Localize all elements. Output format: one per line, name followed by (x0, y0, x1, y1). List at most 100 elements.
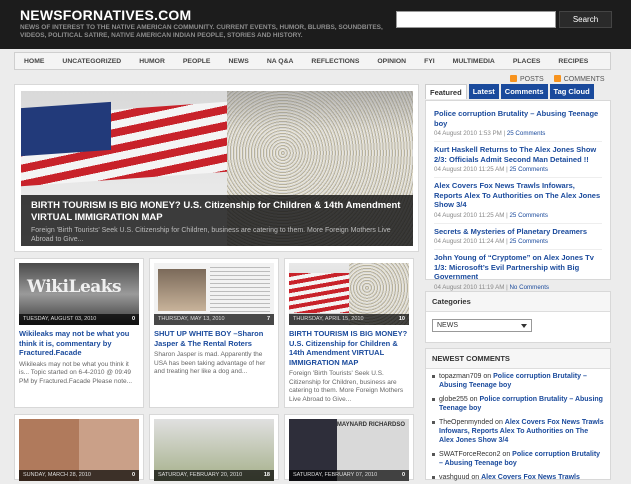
comment-count[interactable]: 0 (402, 472, 405, 479)
comment-count[interactable]: 7 (267, 316, 270, 323)
site-title[interactable]: NEWSFORNATIVES.COM (20, 7, 191, 23)
nav-item-reflections[interactable]: REFLECTIONS (302, 58, 368, 65)
post-date: TUESDAY, AUGUST 03, 2010 (23, 316, 97, 322)
comment-on: on (495, 419, 503, 426)
categories-heading: Categories (426, 292, 610, 312)
list-item-comments[interactable]: 25 Comments (507, 130, 546, 137)
post-thumbnail[interactable]: THURSDAY, MAY 13, 2010 7 (154, 263, 274, 325)
categories-widget: Categories NEWS (425, 291, 611, 343)
comments-rss-link[interactable]: COMMENTS (553, 75, 605, 83)
comment-text: TheOpenmynded on Alex Covers Fox News Tr… (439, 418, 604, 445)
list-item: Police corruption Brutality – Abusing Te… (434, 106, 602, 142)
post-title[interactable]: SHUT UP WHITE BOY –Sharon Jasper & The R… (154, 329, 274, 348)
nav-item-uncategorized[interactable]: UNCATEGORIZED (53, 58, 130, 65)
nav-item-na-qa[interactable]: NA Q&A (258, 58, 303, 65)
comment-count[interactable]: 0 (132, 472, 135, 479)
comment-item: TheOpenmynded on Alex Covers Fox News Tr… (426, 415, 610, 447)
tab-featured[interactable]: Featured (425, 84, 467, 99)
post-date-bar: SATURDAY, FEBRUARY 20, 2010 18 (154, 470, 274, 481)
post-thumbnail[interactable]: SUNDAY, MARCH 28, 2010 0 (19, 419, 139, 481)
comment-count[interactable]: 18 (264, 472, 270, 479)
featured-caption: BIRTH TOURISM IS BIG MONEY? U.S. Citizen… (21, 195, 413, 246)
list-item: Secrets & Mysteries of Planetary Dreamer… (434, 224, 602, 250)
list-item: Alex Covers Fox News Trawls Infowars, Re… (434, 178, 602, 224)
post-excerpt: Foreign 'Birth Tourists' Seek U.S. Citiz… (289, 370, 404, 403)
post-card: MAYNARD RICHARDSO SATURDAY, FEBRUARY 07,… (284, 414, 414, 481)
post-thumbnail[interactable]: SATURDAY, FEBRUARY 20, 2010 18 (154, 419, 274, 481)
comment-text: SWATForceRecon2 on Police corruption Bru… (439, 450, 604, 468)
post-excerpt: Wikileaks may not be what you think it i… (19, 360, 133, 385)
post-date: SATURDAY, FEBRUARY 20, 2010 (158, 472, 243, 478)
comment-on: on (502, 451, 511, 458)
post-thumbnail[interactable]: THURSDAY, APRIL 15, 2010 10 (289, 263, 409, 325)
comment-item: globe255 on Police corruption Brutality … (426, 392, 610, 415)
sidebar-tabs: Featured Latest Comments Tag Cloud (425, 84, 594, 99)
comment-author: topazman709 (439, 373, 482, 380)
post-card: WikiLeaks TUESDAY, AUGUST 03, 2010 0 Wiki… (14, 258, 144, 408)
rss-icon (553, 75, 561, 82)
tab-tag-cloud[interactable]: Tag Cloud (549, 84, 594, 99)
search-button[interactable]: Search (559, 11, 612, 28)
comment-author: globe255 (439, 396, 468, 403)
nav-item-places[interactable]: PLACES (504, 58, 550, 65)
nav-item-opinion[interactable]: OPINION (368, 58, 415, 65)
wikileaks-logo: WikiLeaks (27, 277, 122, 297)
featured-title[interactable]: BIRTH TOURISM IS BIG MONEY? U.S. Citizen… (31, 200, 403, 224)
list-item-title[interactable]: Secrets & Mysteries of Planetary Dreamer… (434, 227, 602, 237)
list-item-date: 04 August 2010 11:25 AM (434, 166, 505, 173)
list-item-comments[interactable]: No Comments (509, 284, 549, 291)
post-title[interactable]: BIRTH TOURISM IS BIG MONEY? U.S. Citizen… (289, 329, 409, 367)
list-item-comments[interactable]: 25 Comments (509, 212, 548, 219)
newest-comments-heading: NEWEST COMMENTS (426, 349, 610, 369)
list-item-title[interactable]: Kurt Haskell Returns to The Alex Jones S… (434, 145, 602, 164)
post-thumbnail[interactable]: WikiLeaks TUESDAY, AUGUST 03, 2010 0 (19, 263, 139, 325)
comment-item: topazman709 on Police corruption Brutali… (426, 369, 610, 392)
post-title[interactable]: Wikileaks may not be what you think it i… (19, 329, 139, 358)
tab-comments[interactable]: Comments (500, 84, 548, 99)
post-date-bar: TUESDAY, AUGUST 03, 2010 0 (19, 314, 139, 325)
list-item-title[interactable]: John Young of “Cryptome” on Alex Jones T… (434, 253, 602, 282)
category-selected: NEWS (437, 322, 458, 329)
list-item-meta: 04 August 2010 11:19 AM | No Comments (434, 283, 550, 291)
bullet-icon (432, 421, 435, 424)
post-thumbnail[interactable]: MAYNARD RICHARDSO SATURDAY, FEBRUARY 07,… (289, 419, 409, 481)
site-header: NEWSFORNATIVES.COM NEWS OF INTEREST TO T… (0, 0, 631, 49)
search-input[interactable] (396, 11, 556, 28)
list-item-date: 04 August 2010 1:53 PM (434, 130, 502, 137)
nav-item-humor[interactable]: HUMOR (130, 58, 174, 65)
comment-item: vashguud on Alex Covers Fox News Trawls (426, 470, 610, 484)
category-select[interactable]: NEWS (432, 319, 532, 332)
thumbnail-caption: MAYNARD RICHARDSO (336, 422, 405, 428)
post-card: SUNDAY, MARCH 28, 2010 0 (14, 414, 144, 481)
list-item: John Young of “Cryptome” on Alex Jones T… (434, 250, 602, 295)
list-item-meta: 04 August 2010 11:25 AM | 25 Comments (434, 211, 548, 219)
list-item-date: 04 August 2010 11:19 AM (434, 283, 505, 291)
nav-item-fyi[interactable]: FYI (415, 58, 444, 65)
list-item-title[interactable]: Police corruption Brutality – Abusing Te… (434, 109, 602, 128)
list-item-comments[interactable]: 25 Comments (509, 238, 548, 245)
post-date: SUNDAY, MARCH 28, 2010 (23, 472, 91, 478)
list-item-date: 04 August 2010 11:24 AM (434, 238, 505, 245)
featured-slider[interactable]: BIRTH TOURISM IS BIG MONEY? U.S. Citizen… (14, 84, 419, 252)
nav-item-recipes[interactable]: RECIPES (549, 58, 597, 65)
nav-item-people[interactable]: PEOPLE (174, 58, 220, 65)
post-date-bar: THURSDAY, APRIL 15, 2010 10 (289, 314, 409, 325)
post-date: THURSDAY, APRIL 15, 2010 (293, 316, 364, 322)
comment-count[interactable]: 0 (132, 316, 135, 323)
posts-rss-link[interactable]: POSTS (510, 75, 544, 83)
list-item-comments[interactable]: 25 Comments (509, 166, 548, 173)
comment-count[interactable]: 10 (399, 316, 405, 323)
list-item-title[interactable]: Alex Covers Fox News Trawls Infowars, Re… (434, 181, 602, 210)
list-item-meta: 04 August 2010 1:53 PM | 25 Comments (434, 130, 546, 137)
tab-latest[interactable]: Latest (468, 84, 499, 99)
nav-item-home[interactable]: HOME (15, 58, 53, 65)
post-date: SATURDAY, FEBRUARY 07, 2010 (293, 472, 378, 478)
comment-text: vashguud on Alex Covers Fox News Trawls (439, 473, 580, 482)
post-excerpt: Sharon Jasper is mad. Apparently the USA… (154, 351, 266, 375)
post-card: THURSDAY, MAY 13, 2010 7 SHUT UP WHITE BO… (149, 258, 279, 408)
list-item-date: 04 August 2010 11:25 AM (434, 211, 505, 219)
bullet-icon (432, 453, 435, 456)
comments-rss-label: COMMENTS (563, 76, 605, 83)
nav-item-multimedia[interactable]: MULTIMEDIA (444, 58, 504, 65)
nav-item-news[interactable]: NEWS (219, 58, 257, 65)
